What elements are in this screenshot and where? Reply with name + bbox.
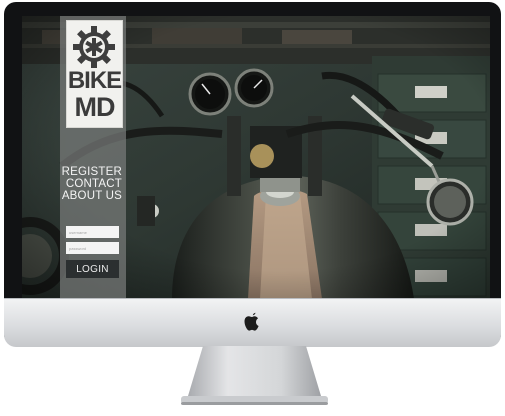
monitor-screen: BIKE MD REGISTER CONTACT ABOUT US LOGIN xyxy=(22,16,490,299)
apple-logo-icon xyxy=(244,312,259,331)
logo-text-md: MD xyxy=(74,92,116,122)
sidebar: BIKE MD REGISTER CONTACT ABOUT US LOGIN xyxy=(60,16,126,299)
nav-register-link[interactable]: REGISTER xyxy=(62,166,122,178)
gear-medical-cross-icon xyxy=(73,26,115,68)
monitor-stand xyxy=(181,346,328,405)
monitor-bezel: BIKE MD REGISTER CONTACT ABOUT US LOGIN xyxy=(4,2,501,346)
logo-text-bike: BIKE xyxy=(67,67,122,94)
login-button[interactable]: LOGIN xyxy=(66,260,119,278)
username-input[interactable] xyxy=(66,226,119,238)
nav-about-us-link[interactable]: ABOUT US xyxy=(62,190,122,202)
site-logo[interactable]: BIKE MD xyxy=(66,20,123,128)
password-input[interactable] xyxy=(66,242,119,254)
main-nav: REGISTER CONTACT ABOUT US xyxy=(62,166,122,202)
nav-contact-link[interactable]: CONTACT xyxy=(62,178,122,190)
